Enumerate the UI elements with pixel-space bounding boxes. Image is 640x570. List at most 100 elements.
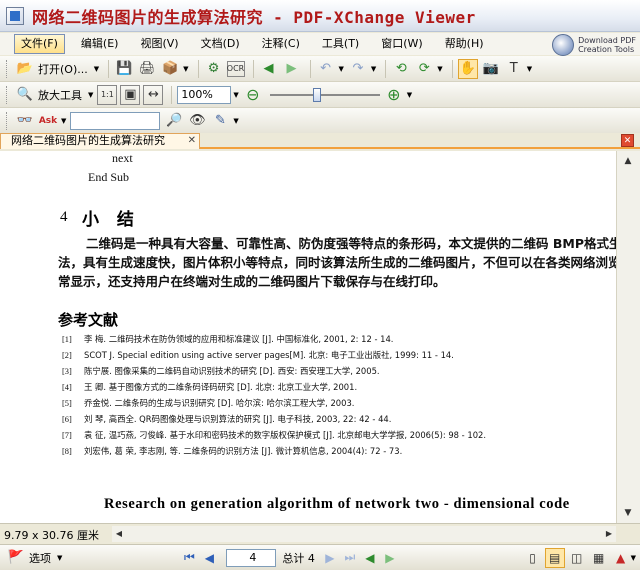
save-icon[interactable]: 💾 (114, 59, 134, 79)
download-creation-tools-button[interactable]: Download PDF Creation Tools (552, 34, 636, 56)
scroll-left-icon[interactable]: ◀ (112, 526, 126, 542)
search-input[interactable] (70, 111, 161, 130)
open-button[interactable]: 打开(O)... (38, 61, 88, 77)
print-icon[interactable]: 🖨 (137, 59, 157, 79)
comment-tools-dropdown-icon[interactable]: ▼ (233, 117, 238, 125)
continuous-view-icon[interactable]: ▤ (544, 547, 565, 568)
comment-tools-icon[interactable]: ✎ (210, 111, 230, 131)
menu-help[interactable]: 帮助(H) (439, 34, 490, 54)
undo-icon[interactable]: ↶ (316, 59, 336, 79)
navigation-bar: 🚩 选项 ▼ ⏮ ◀ 4 总计 4 ▶ ⏭ ◀ ▶ ▯ ▤ ◫ ▦ ▲ ▼ (0, 544, 640, 570)
zoom-tool-dropdown-icon[interactable]: ▼ (88, 91, 93, 99)
file-toolbar: 📂 打开(O)... ▼ 💾 🖨 📦 ▼ ⚙ OCR ◀ ▶ ↶ ▼ ↷ ▼ ⟲… (0, 56, 640, 82)
reference-item: [4] 王 卿. 基于图像方式的二维条码译码研究 [D]. 北京: 北京工业大学,… (62, 382, 358, 392)
promo-line-2: Creation Tools (578, 45, 635, 54)
view-dropdown-icon[interactable]: ▼ (631, 554, 636, 562)
code-end-sub: End Sub (88, 170, 130, 184)
next-page-icon[interactable]: ▶ (321, 549, 339, 567)
paragraph-line-2: 法，具有生成速度快，图片体积小等特点，同时该算法所生成的二维码图片，不但可以在各… (58, 255, 616, 270)
zoom-slider[interactable] (269, 87, 380, 103)
export-icon[interactable]: 📦 (160, 59, 180, 79)
find-next-icon[interactable]: 👁 (187, 111, 207, 131)
document-viewport[interactable]: next End Sub 4 小 结 二维码是一种具有大容量、可靠性高、防伪度强… (0, 151, 616, 523)
search-engine-dropdown-icon[interactable]: ▼ (61, 117, 66, 125)
toolbar-grip[interactable] (6, 111, 9, 130)
document-tabs: 网络二维码图片的生成算法研究 ✕ ✕ (0, 133, 640, 149)
open-dropdown-icon[interactable]: ▼ (94, 65, 99, 73)
menu-bar: 文件(F) 编辑(E) 视图(V) 文档(D) 注释(C) 工具(T) 窗口(W… (0, 33, 640, 56)
vertical-scrollbar[interactable]: ▲ ▼ (616, 151, 640, 523)
options-icon[interactable]: 🚩 (6, 548, 26, 568)
find-binoculars-icon[interactable]: 👓 (15, 111, 35, 131)
reference-item: [3] 陈宁展. 图像采集的二维码自动识别技术的研究 [D]. 西安: 西安理工大… (62, 366, 380, 376)
rotate-right-icon[interactable]: ⟳ (414, 59, 434, 79)
scroll-down-icon[interactable]: ▼ (620, 505, 636, 521)
page-size-readout: 9.79 x 30.76 厘米 (4, 529, 99, 542)
fit-width-icon[interactable]: ↔ (143, 84, 164, 105)
first-page-icon[interactable]: ⏮ (180, 549, 198, 567)
pdf-document-icon[interactable]: ▲ (611, 548, 631, 568)
close-document-icon[interactable]: ✕ (621, 134, 634, 147)
menu-file[interactable]: 文件(F) (14, 34, 65, 54)
undo-dropdown-icon[interactable]: ▼ (339, 65, 344, 73)
scroll-right-icon[interactable]: ▶ (602, 526, 616, 542)
ocr-icon[interactable]: OCR (226, 60, 245, 77)
menu-window[interactable]: 窗口(W) (375, 34, 428, 54)
paragraph-line-1: 二维码是一种具有大容量、可靠性高、防伪度强等特点的条形码，本文提供的二维码 BM… (86, 236, 616, 251)
zoom-in-icon[interactable]: ⊕ (384, 85, 404, 105)
history-forward-icon[interactable]: ▶ (381, 549, 399, 567)
zoom-level-field[interactable]: 100% (177, 85, 232, 104)
title-bar: 网络二维码图片的生成算法研究 - PDF-XChange Viewer (0, 0, 640, 32)
pdf-page: next End Sub 4 小 结 二维码是一种具有大容量、可靠性高、防伪度强… (0, 151, 616, 523)
single-page-view-icon[interactable]: ▯ (523, 548, 543, 568)
options-button[interactable]: 选项 (29, 550, 51, 566)
menu-document[interactable]: 文档(D) (195, 34, 246, 54)
tab-document[interactable]: 网络二维码图片的生成算法研究 ✕ (0, 133, 200, 149)
menu-view[interactable]: 视图(V) (134, 34, 184, 54)
zoom-out-icon[interactable]: ⊖ (243, 85, 263, 105)
rotate-dropdown-icon[interactable]: ▼ (437, 65, 442, 73)
scroll-up-icon[interactable]: ▲ (620, 153, 636, 169)
facing-view-icon[interactable]: ◫ (567, 548, 587, 568)
options-dropdown-icon[interactable]: ▼ (57, 554, 62, 562)
previous-page-icon[interactable]: ◀ (200, 549, 218, 567)
search-engine-icon[interactable]: Ask (38, 111, 58, 131)
continuous-facing-view-icon[interactable]: ▦ (589, 548, 609, 568)
rotate-left-icon[interactable]: ⟲ (391, 59, 411, 79)
export-dropdown-icon[interactable]: ▼ (183, 65, 188, 73)
redo-icon[interactable]: ↷ (348, 59, 368, 79)
open-folder-icon[interactable]: 📂 (15, 59, 35, 79)
redo-dropdown-icon[interactable]: ▼ (371, 65, 376, 73)
promo-line-1: Download PDF (578, 36, 636, 45)
zoom-slider-thumb[interactable] (312, 87, 321, 102)
search-go-icon[interactable]: 🔎 (164, 111, 184, 131)
menu-tools[interactable]: 工具(T) (316, 34, 365, 54)
history-back-icon[interactable]: ◀ (361, 549, 379, 567)
tab-document-label: 网络二维码图片的生成算法研究 (11, 134, 165, 147)
zoom-in-dropdown-icon[interactable]: ▼ (407, 91, 412, 99)
select-text-icon[interactable]: 𝖳 (504, 59, 524, 79)
zoom-level-dropdown-icon[interactable]: ▼ (233, 91, 238, 99)
scan-icon[interactable]: ⚙ (204, 59, 224, 79)
last-page-icon[interactable]: ⏭ (341, 549, 359, 567)
menu-edit[interactable]: 编辑(E) (75, 34, 125, 54)
toolbar-grip[interactable] (6, 85, 9, 104)
hand-tool-icon[interactable]: ✋ (457, 58, 478, 79)
english-title: Research on generation algorithm of netw… (104, 496, 570, 512)
snapshot-icon[interactable]: 📷 (481, 59, 501, 79)
zoom-tool-icon[interactable]: 🔍 (15, 85, 35, 105)
menu-comments[interactable]: 注释(C) (256, 34, 306, 54)
pdf-tools-icon (552, 34, 575, 56)
horizontal-scrollbar[interactable]: ◀ ▶ (112, 526, 616, 542)
current-page-field[interactable]: 4 (226, 548, 277, 567)
back-icon[interactable]: ◀ (259, 59, 279, 79)
zoom-tool-button[interactable]: 放大工具 (38, 87, 82, 103)
fit-page-icon[interactable]: ▣ (120, 84, 141, 105)
toolbar-grip[interactable] (6, 59, 9, 78)
actual-size-icon[interactable]: 1:1 (97, 84, 118, 105)
window-title: 网络二维码图片的生成算法研究 - PDF-XChange Viewer (32, 7, 476, 27)
forward-icon[interactable]: ▶ (282, 59, 302, 79)
reference-item: [2] SCOT J. Special edition using active … (62, 350, 454, 360)
select-dropdown-icon[interactable]: ▼ (527, 65, 532, 73)
close-tab-icon[interactable]: ✕ (188, 134, 196, 148)
